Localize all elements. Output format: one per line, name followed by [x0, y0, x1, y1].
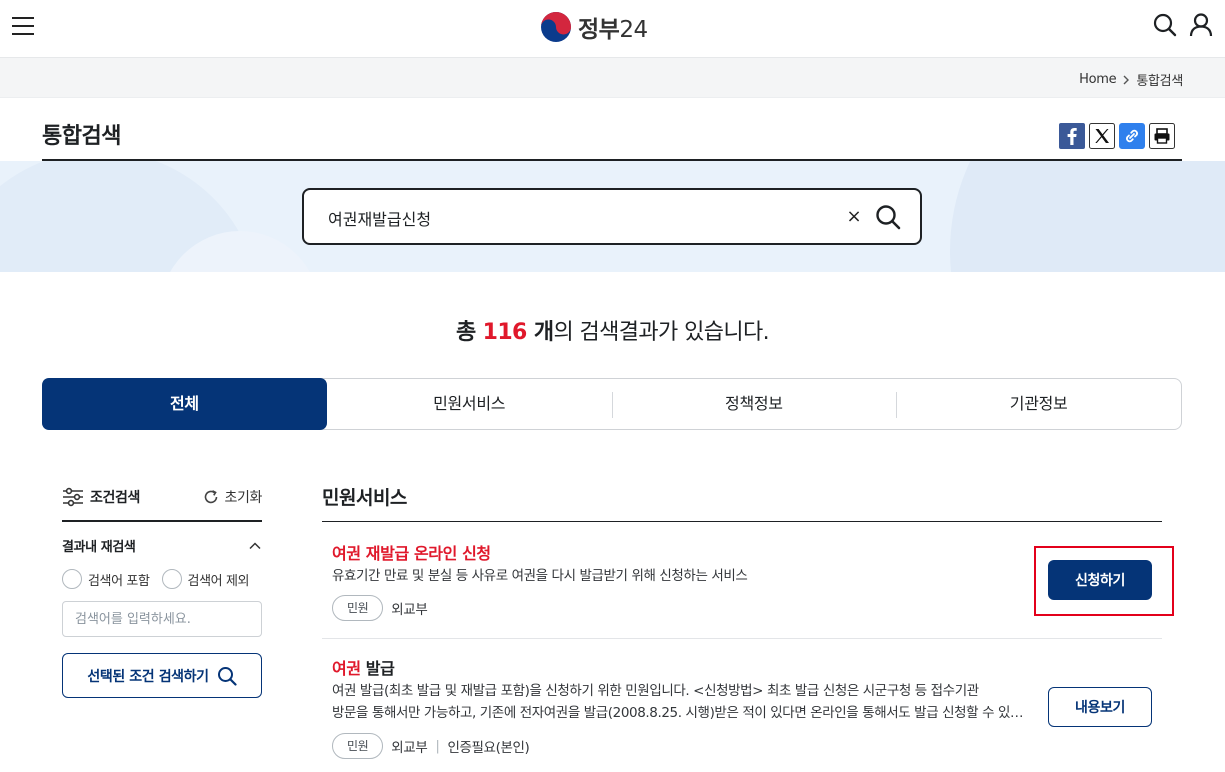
highlight-box — [1034, 546, 1174, 616]
category-badge: 민원 — [332, 595, 384, 621]
refine-section-header[interactable]: 결과내 재검색 — [62, 536, 262, 555]
result-title-link[interactable]: 여권 발급 — [332, 655, 395, 679]
menu-icon[interactable] — [12, 17, 34, 37]
agency-label: 외교부 — [391, 602, 428, 618]
category-badge: 민원 — [332, 733, 384, 759]
result-tabs: 전체 민원서비스 정책정보 기관정보 — [42, 378, 1182, 430]
filter-header: 조건검색 초기화 — [62, 478, 262, 522]
taegeuk-logo-icon — [541, 12, 571, 42]
x-twitter-icon[interactable] — [1089, 123, 1115, 149]
breadcrumb: Home 통합검색 — [1079, 70, 1183, 89]
link-icon[interactable] — [1119, 123, 1145, 149]
refine-options: 검색어 포함 검색어 제외 — [62, 569, 262, 589]
refine-search-input[interactable] — [62, 601, 262, 637]
decor-circle — [950, 161, 1225, 272]
user-icon[interactable] — [1188, 12, 1214, 38]
result-description: 여권 발급(최초 발급 및 재발급 포함)을 신청하기 위한 민원입니다. <신… — [332, 683, 1032, 721]
result-item: 여권 발급 여권 발급(최초 발급 및 재발급 포함)을 신청하기 위한 민원입… — [322, 639, 1162, 772]
breadcrumb-home[interactable]: Home — [1079, 72, 1117, 87]
result-title-link[interactable]: 여권 재발급 온라인 신청 — [332, 540, 491, 564]
result-description: 유효기간 만료 및 분실 등 사유로 여권을 다시 발급받기 위해 신청하는 서… — [332, 568, 748, 584]
result-count: 총 116 개의 검색결과가 있습니다. — [455, 320, 770, 345]
facebook-icon[interactable] — [1059, 123, 1085, 149]
breadcrumb-current: 통합검색 — [1136, 74, 1183, 89]
radio-circle[interactable] — [161, 569, 182, 589]
print-icon[interactable] — [1149, 123, 1175, 149]
section-title: 민원서비스 — [322, 487, 407, 509]
tab-agency-info[interactable]: 기관정보 — [896, 379, 1181, 429]
clear-icon[interactable]: × — [843, 206, 865, 228]
site-logo[interactable]: 정부24 — [540, 10, 648, 44]
agency-label: 외교부 — [391, 740, 428, 756]
apply-filter-button[interactable]: 선택된 조건 검색하기 — [62, 653, 262, 698]
result-meta: 민원 외교부 — [332, 595, 428, 621]
chevron-right-icon — [1123, 75, 1130, 84]
breadcrumb-bar: Home 통합검색 — [0, 58, 1225, 98]
search-box: × — [302, 188, 922, 245]
search-input[interactable] — [328, 206, 808, 230]
auth-required-label: 인증필요(본인) — [447, 740, 530, 756]
search-icon[interactable] — [1152, 12, 1178, 38]
view-details-button[interactable]: 내용보기 — [1048, 687, 1152, 727]
sliders-icon — [63, 487, 83, 507]
filter-panel: 조건검색 초기화 결과내 재검색 검색어 포함 검색어 제외 선택된 조건 검색… — [62, 478, 262, 698]
tab-civil-service[interactable]: 민원서비스 — [327, 379, 612, 429]
radio-exclude[interactable]: 검색어 제외 — [161, 569, 249, 589]
share-toolbar — [1059, 123, 1175, 149]
radio-circle[interactable] — [62, 569, 82, 589]
search-submit-icon[interactable] — [874, 203, 902, 231]
refresh-icon — [204, 490, 217, 504]
logo-text: 정부24 — [578, 17, 648, 43]
tab-policy-info[interactable]: 정책정보 — [611, 379, 897, 429]
search-icon — [217, 666, 237, 686]
radio-include[interactable]: 검색어 포함 — [62, 569, 150, 589]
tab-all[interactable]: 전체 — [42, 378, 327, 430]
chevron-up-icon[interactable] — [248, 541, 262, 551]
meta-separator: | — [435, 738, 440, 754]
reset-button[interactable]: 초기화 — [203, 487, 262, 507]
result-meta: 민원 외교부 | 인증필요(본인) — [332, 733, 530, 759]
page-title: 통합검색 — [42, 124, 121, 149]
top-header: 정부24 — [0, 0, 1225, 58]
filter-title: 조건검색 — [62, 487, 140, 507]
